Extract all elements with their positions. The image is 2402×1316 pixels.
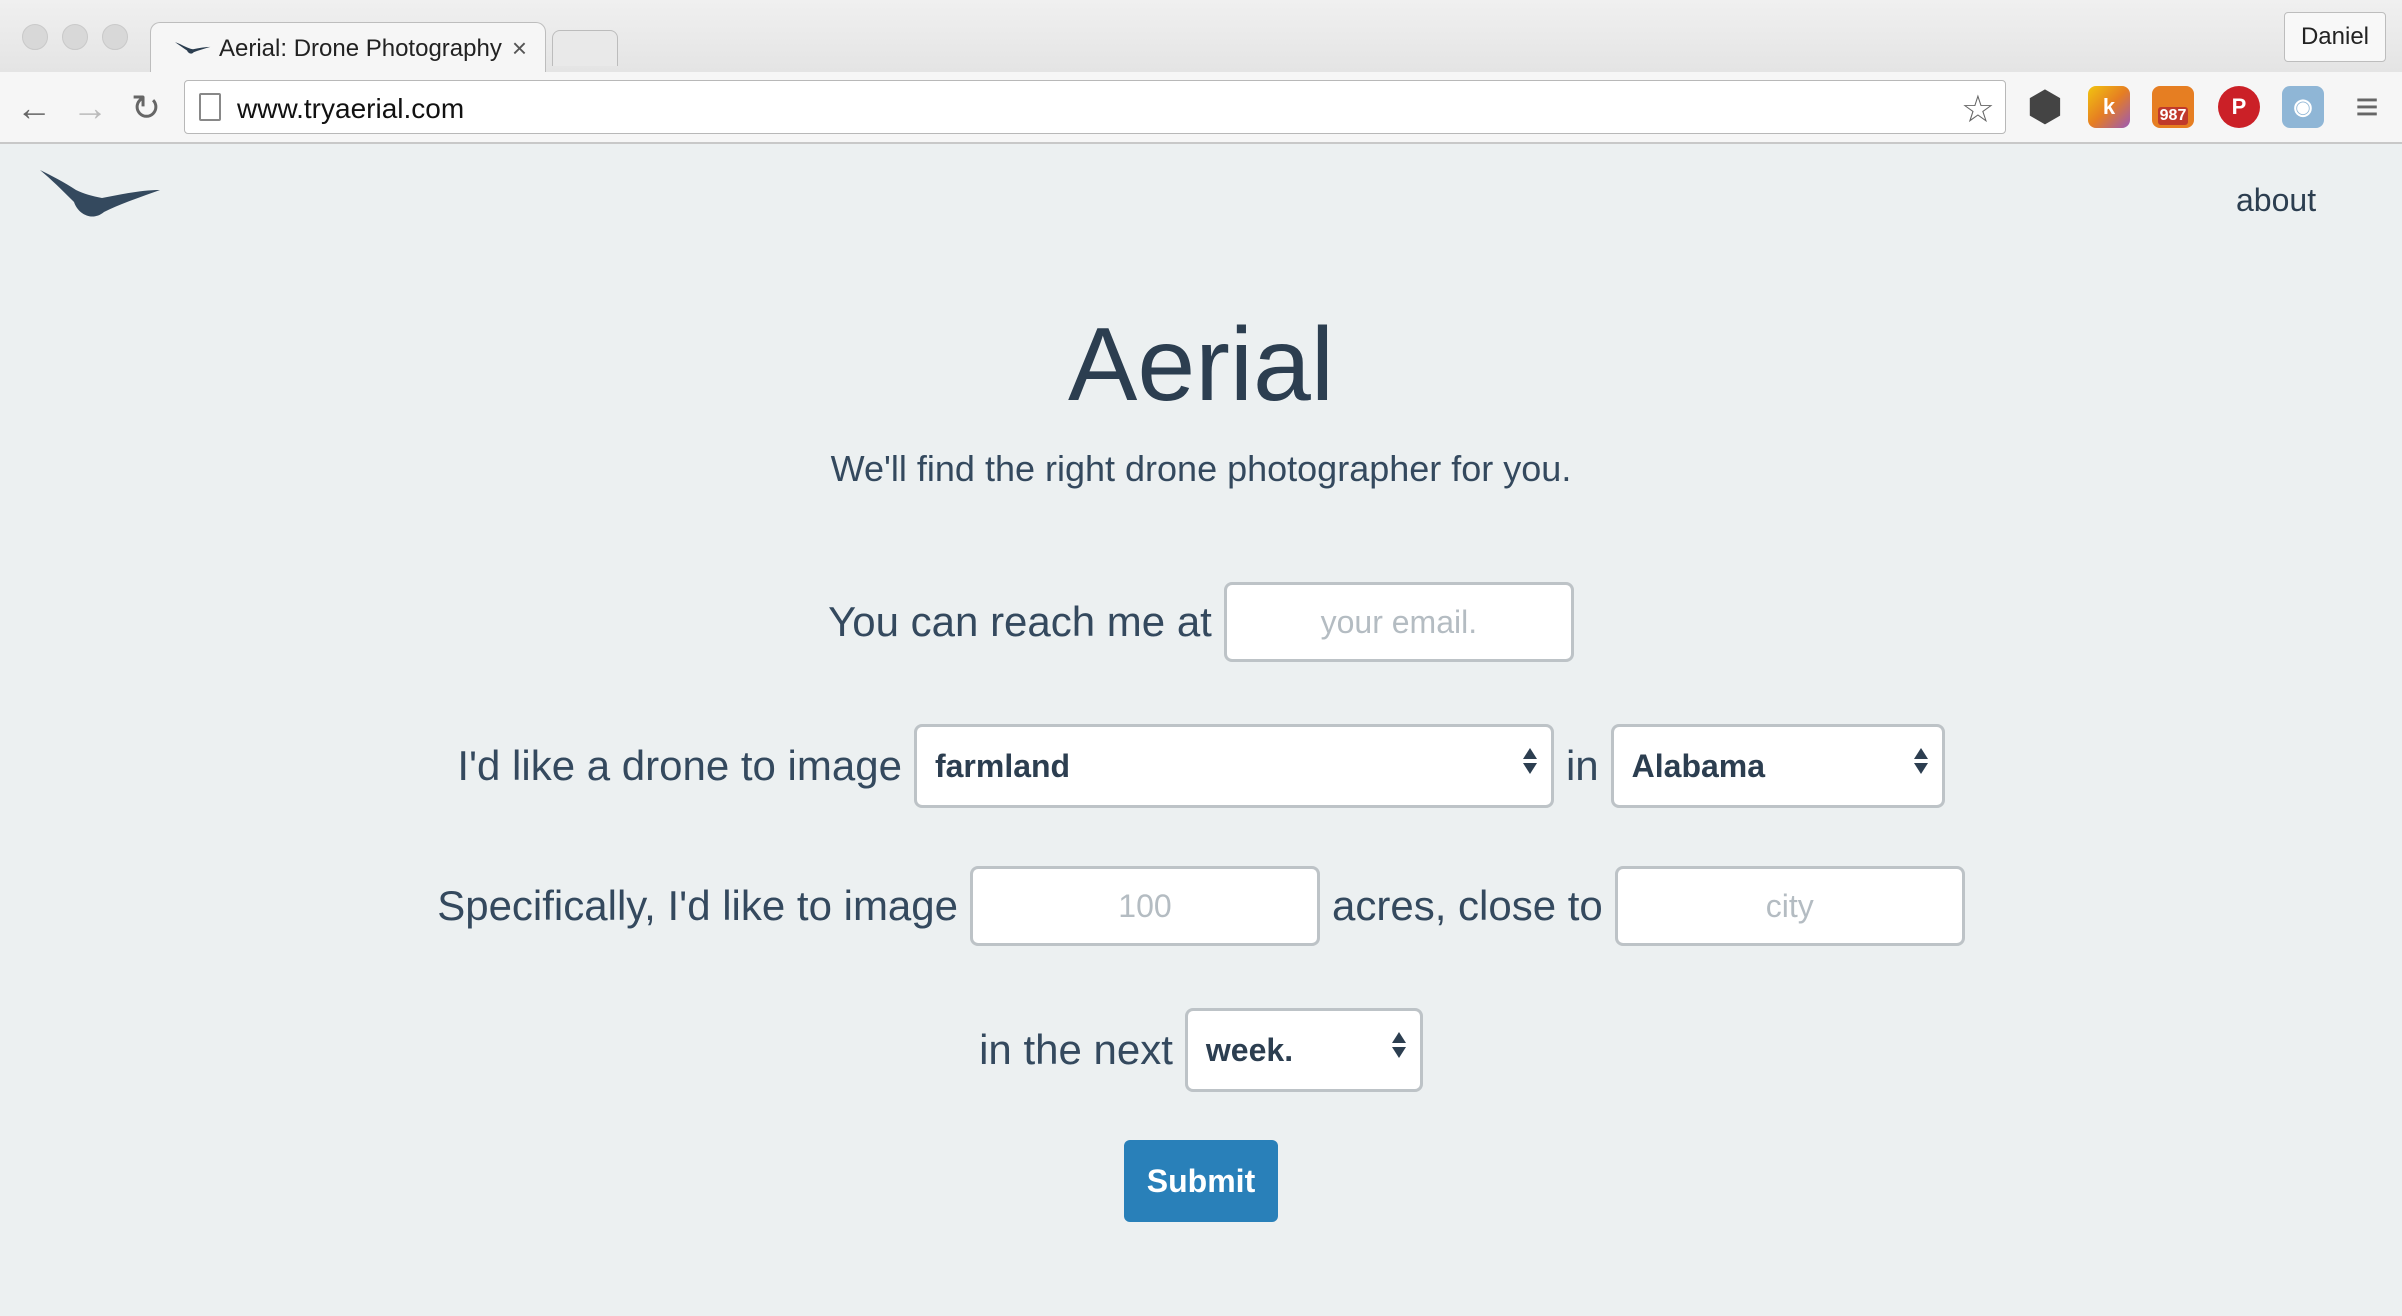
about-link[interactable]: about bbox=[2236, 182, 2316, 219]
browser-titlebar: Aerial: Drone Photography × Daniel bbox=[0, 0, 2402, 74]
in-label: in bbox=[1565, 742, 1599, 789]
hex-extension-glyph: ⬢ bbox=[2027, 85, 2063, 129]
web-page: about Aerial We'll find the right drone … bbox=[0, 146, 2402, 1316]
tab-title: Aerial: Drone Photography bbox=[219, 35, 502, 62]
timeframe-select[interactable]: week. bbox=[1184, 1008, 1423, 1092]
forward-arrow-icon[interactable]: → bbox=[68, 86, 112, 130]
pinterest-glyph: P bbox=[2231, 94, 2247, 119]
select-arrows-icon bbox=[1522, 748, 1538, 774]
select-arrows-icon bbox=[1913, 748, 1929, 774]
email-label: You can reach me at bbox=[828, 598, 1212, 645]
tab-close-icon[interactable]: × bbox=[512, 33, 527, 64]
subject-select-value: farmland bbox=[934, 747, 1071, 784]
camera-extension-icon[interactable]: ◉ bbox=[2282, 86, 2324, 128]
email-row: You can reach me at bbox=[0, 582, 2402, 662]
timeframe-select-value: week. bbox=[1205, 1031, 1294, 1068]
url-text[interactable]: www.tryaerial.com bbox=[237, 93, 464, 125]
browser-toolbar: ← → ↻ www.tryaerial.com ☆ ⬢ k 987 P ◉ ≡ bbox=[0, 72, 2402, 144]
aerial-bird-logo-icon[interactable] bbox=[38, 166, 162, 226]
back-arrow-icon[interactable]: ← bbox=[12, 86, 56, 130]
timeframe-row: in the next week. bbox=[0, 1008, 2402, 1092]
hex-extension-icon[interactable]: ⬢ bbox=[2024, 85, 2066, 129]
subject-row: I'd like a drone to image farmland in Al… bbox=[0, 724, 2402, 808]
rss-badge: 987 bbox=[2157, 107, 2189, 125]
page-title: Aerial bbox=[1068, 307, 1334, 423]
camera-glyph: ◉ bbox=[2293, 94, 2313, 119]
k-extension-glyph: k bbox=[2102, 94, 2116, 119]
maximize-window-button[interactable] bbox=[102, 24, 128, 50]
bookmark-star-icon[interactable]: ☆ bbox=[1961, 87, 1995, 132]
address-bar[interactable]: www.tryaerial.com ☆ bbox=[184, 80, 2006, 134]
minimize-window-button[interactable] bbox=[62, 24, 88, 50]
timeframe-label: in the next bbox=[979, 1026, 1173, 1073]
page-subtitle: We'll find the right drone photographer … bbox=[830, 448, 1572, 489]
area-row: Specifically, I'd like to image acres, c… bbox=[0, 866, 2402, 946]
rss-extension-icon[interactable]: 987 bbox=[2152, 86, 2194, 128]
close-window-button[interactable] bbox=[22, 24, 48, 50]
bird-favicon-icon bbox=[175, 42, 211, 54]
state-select-value: Alabama bbox=[1631, 747, 1766, 784]
select-arrows-icon bbox=[1391, 1032, 1407, 1058]
acres-label: acres, close to bbox=[1332, 882, 1603, 929]
pinterest-extension-icon[interactable]: P bbox=[2218, 86, 2260, 128]
acres-input[interactable] bbox=[970, 866, 1320, 946]
menu-icon[interactable]: ≡ bbox=[2346, 84, 2388, 129]
state-select[interactable]: Alabama bbox=[1610, 724, 1945, 808]
new-tab-button[interactable] bbox=[552, 30, 618, 66]
profile-button[interactable]: Daniel bbox=[2283, 12, 2386, 62]
city-input[interactable] bbox=[1614, 866, 1965, 946]
page-icon bbox=[199, 93, 221, 121]
subject-select[interactable]: farmland bbox=[913, 724, 1554, 808]
email-input[interactable] bbox=[1223, 582, 1574, 662]
area-label: Specifically, I'd like to image bbox=[437, 882, 958, 929]
menu-glyph: ≡ bbox=[2355, 84, 2379, 129]
submit-button[interactable]: Submit bbox=[1124, 1140, 1278, 1222]
browser-tab[interactable]: Aerial: Drone Photography × bbox=[150, 22, 546, 74]
k-extension-icon[interactable]: k bbox=[2088, 86, 2130, 128]
reload-icon[interactable]: ↻ bbox=[124, 86, 168, 130]
subject-label: I'd like a drone to image bbox=[457, 742, 902, 789]
